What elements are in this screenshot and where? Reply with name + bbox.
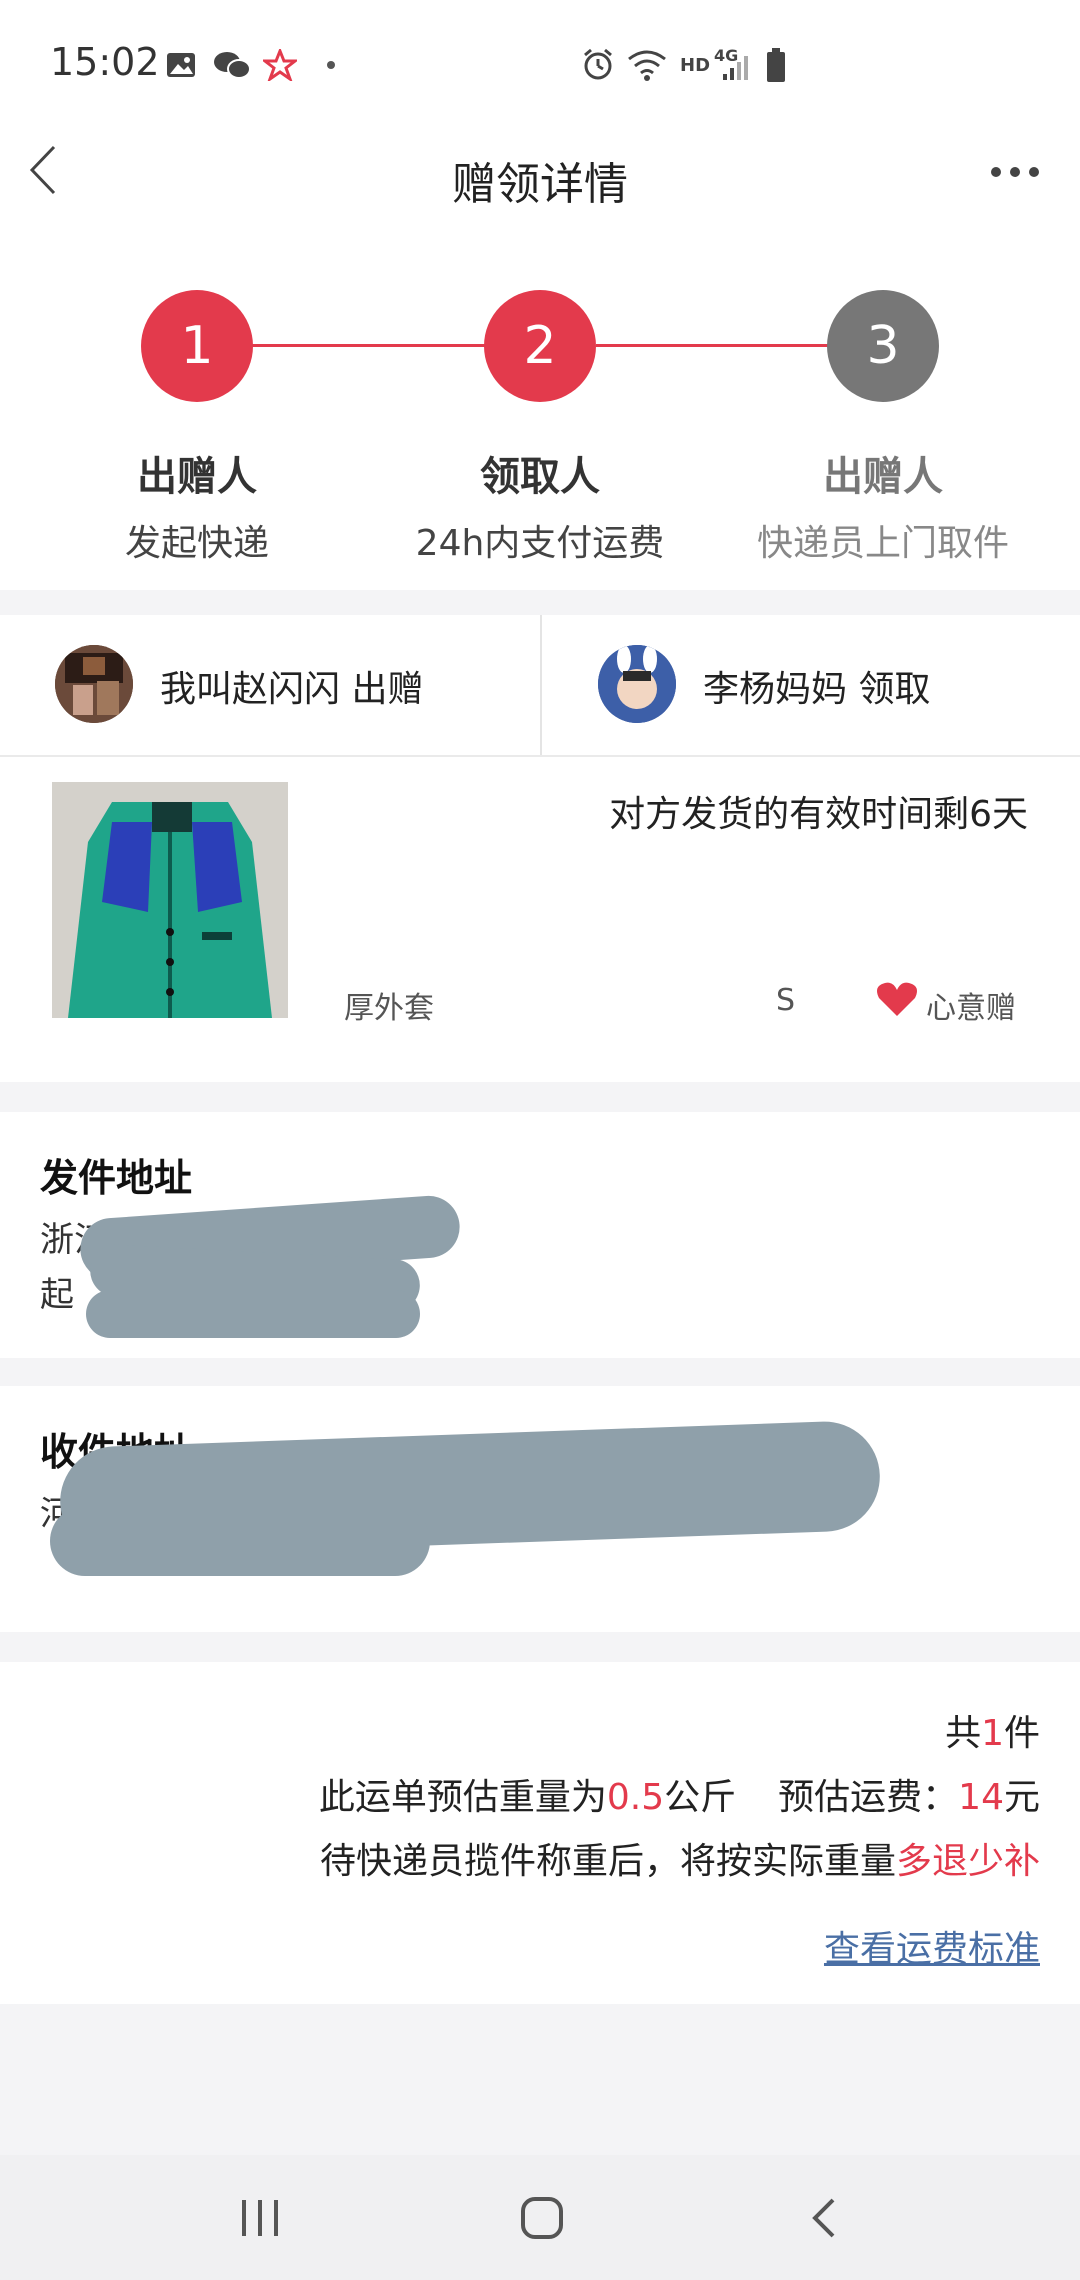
signal-icon: [720, 50, 750, 84]
recent-apps-icon[interactable]: [230, 2195, 290, 2241]
step-3-circle: 3: [827, 290, 939, 402]
receiver-avatar[interactable]: [598, 645, 676, 723]
item-count: 共1件: [945, 1713, 1040, 1754]
redaction-scribble: [86, 1290, 420, 1338]
home-icon[interactable]: [512, 2193, 572, 2243]
step-2-subtitle: 24h内支付运费: [415, 523, 665, 564]
progress-steps: 1 2 3 出赠人 发起快递 领取人 24h内支付运费 出赠人 快递员上门取件: [0, 240, 1080, 590]
alarm-icon: [580, 46, 616, 82]
giver-label[interactable]: 我叫赵闪闪 出赠: [160, 660, 423, 712]
weight-and-fee: 此运单预估重量为0.5公斤 预估运费：14元: [318, 1777, 1040, 1818]
fee-standard-link[interactable]: 查看运费标准: [824, 1920, 1040, 1972]
step-3-title: 出赠人: [823, 454, 943, 500]
step-3-subtitle: 快递员上门取件: [756, 523, 1009, 564]
item-size: S: [776, 983, 796, 1018]
participants-row: 我叫赵闪闪 出赠 李杨妈妈 领取: [0, 615, 1080, 755]
status-time: 15:02: [50, 40, 160, 84]
gallery-icon: [165, 50, 197, 80]
item-name: 厚外套: [344, 991, 434, 1026]
receiver-address-card[interactable]: 收件地址 河: [0, 1386, 1080, 1632]
sender-address-title: 发件地址: [40, 1156, 193, 1200]
step-1-title: 出赠人: [137, 454, 257, 500]
item-image[interactable]: [52, 782, 288, 1018]
wechat-icon: [212, 50, 252, 80]
step-2-title: 领取人: [480, 454, 600, 500]
refund-note: 待快递员揽件称重后，将按实际重量多退少补: [319, 1841, 1040, 1882]
item-tag: 心意赠: [926, 991, 1016, 1026]
sender-address-card[interactable]: 发件地址 浙江 起: [0, 1112, 1080, 1358]
participants-divider: [540, 615, 542, 755]
remaining-time-text: 对方发货的有效时间剩6天: [609, 794, 1028, 835]
system-nav-bar: [0, 2155, 1080, 2280]
more-options-icon[interactable]: [985, 160, 1045, 184]
page-title: 赠领详情: [452, 159, 628, 210]
step-1-circle: 1: [141, 290, 253, 402]
step-2-circle: 2: [484, 290, 596, 402]
hd-indicator: HD: [680, 55, 711, 76]
redaction-scribble: [50, 1506, 430, 1576]
receiver-label[interactable]: 李杨妈妈 领取: [703, 660, 930, 712]
notification-dot-icon: [326, 60, 336, 70]
shipping-fee-section: 共1件 此运单预估重量为0.5公斤 预估运费：14元 待快递员揽件称重后，将按实际…: [0, 1662, 1080, 2004]
sender-address-line2: 起: [40, 1275, 74, 1315]
step-connector-1: [252, 344, 488, 347]
star-app-icon: [262, 48, 298, 82]
step-connector-2: [596, 344, 832, 347]
heart-icon: [874, 979, 920, 1019]
system-back-icon[interactable]: [800, 2193, 848, 2243]
item-card[interactable]: 对方发货的有效时间剩6天 厚外套 S 心意赠: [0, 757, 1080, 1082]
wifi-icon: [625, 46, 669, 82]
status-bar: 15:02 HD 4G: [0, 0, 1080, 130]
battery-icon: [764, 46, 788, 84]
step-1-subtitle: 发起快递: [124, 523, 269, 564]
giver-avatar[interactable]: [55, 645, 133, 723]
